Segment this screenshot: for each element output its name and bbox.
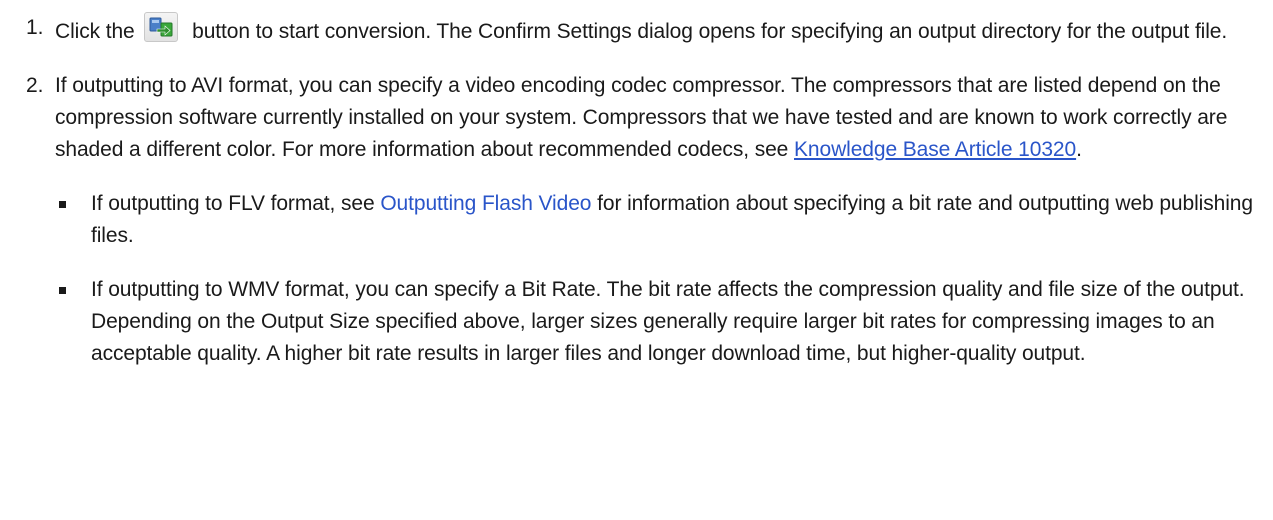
knowledge-base-link[interactable]: Knowledge Base Article 10320 — [794, 138, 1076, 161]
bullet-marker — [59, 201, 66, 208]
outputting-flash-video-link[interactable]: Outputting Flash Video — [380, 192, 591, 215]
help-document: 1. Click the button to start conversion.… — [0, 12, 1273, 520]
bullet-flv-text-before: If outputting to FLV format, see — [91, 192, 375, 215]
step-number: 1. — [26, 16, 44, 39]
step-2-period: . — [1076, 138, 1082, 161]
steps-list: 1. Click the button to start conversion.… — [0, 12, 1273, 370]
step-1-text-after: button to start conversion. The Confirm … — [192, 20, 1228, 43]
bullet-wmv-text: If outputting to WMV format, you can spe… — [91, 278, 1245, 365]
convert-icon[interactable] — [144, 12, 179, 42]
format-bullets: If outputting to FLV format, see Outputt… — [55, 188, 1273, 370]
step-1: 1. Click the button to start conversion.… — [0, 12, 1273, 48]
step-1-text-before: Click the — [55, 20, 135, 43]
bullet-marker — [59, 287, 66, 294]
step-number: 2. — [26, 74, 44, 97]
bullet-wmv: If outputting to WMV format, you can spe… — [0, 274, 1273, 370]
step-2: 2. If outputting to AVI format, you can … — [0, 70, 1273, 370]
bullet-flv: If outputting to FLV format, see Outputt… — [0, 188, 1273, 252]
